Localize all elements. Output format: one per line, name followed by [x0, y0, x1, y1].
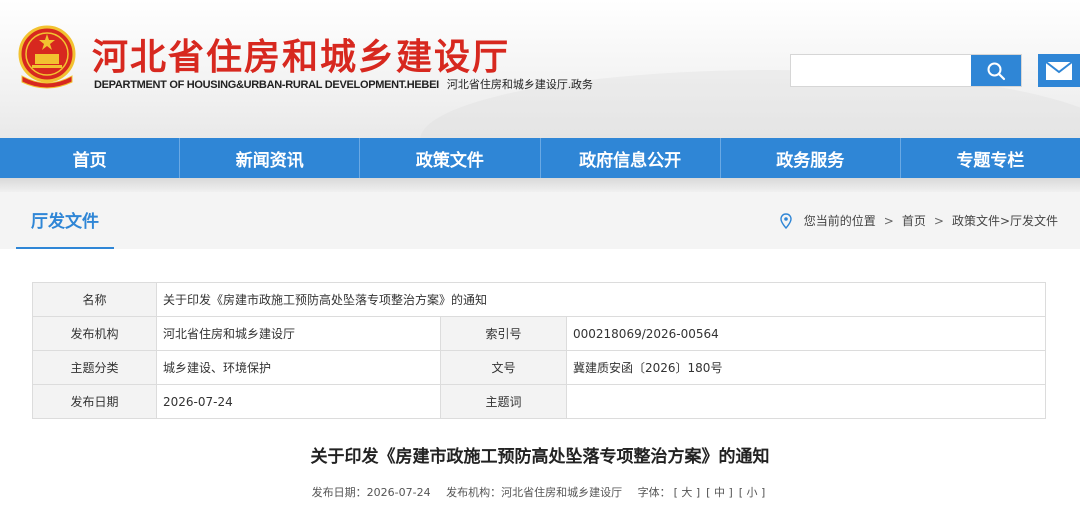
- nav-item-news[interactable]: 新闻资讯: [180, 138, 361, 178]
- info-label-publisher: 发布机构: [32, 316, 157, 351]
- site-title: 河北省住房和城乡建设厅: [92, 37, 511, 78]
- font-size-large-button[interactable]: [ 大 ]: [674, 486, 701, 499]
- search-icon: [987, 62, 1006, 80]
- search-box: [790, 54, 1022, 87]
- meta-font-size: 字体：[ 大 ] [ 中 ] [ 小 ]: [638, 486, 769, 499]
- nav-item-special-topics[interactable]: 专题专栏: [901, 138, 1080, 178]
- table-row: 名称 关于印发《房建市政施工预防高处坠落专项整治方案》的通知: [32, 282, 1046, 317]
- site-header: 河北省住房和城乡建设厅 DEPARTMENT OF HOUSING&URBAN-…: [0, 0, 1080, 138]
- font-size-medium-button[interactable]: [ 中 ]: [706, 486, 733, 499]
- info-label-keywords: 主题词: [440, 384, 567, 419]
- table-row: 发布日期 2026-07-24 主题词: [32, 384, 1046, 419]
- section-bar: 厅发文件 您当前的位置 > 首页 > 政策文件>厅发文件: [0, 192, 1080, 249]
- table-row: 发布机构 河北省住房和城乡建设厅 索引号 000218069/2026-0056…: [32, 316, 1046, 351]
- site-subtitle-english: DEPARTMENT OF HOUSING&URBAN-RURAL DEVELO…: [94, 79, 439, 91]
- section-title: 厅发文件: [16, 192, 114, 249]
- breadcrumb-separator: >: [883, 213, 894, 228]
- info-value-category: 城乡建设、环境保护: [156, 350, 441, 385]
- meta-date-value: 2026-07-24: [366, 486, 431, 499]
- info-label-category: 主题分类: [32, 350, 157, 385]
- nav-item-government-info[interactable]: 政府信息公开: [541, 138, 721, 178]
- nav-item-government-services[interactable]: 政务服务: [721, 138, 901, 178]
- info-value-index: 000218069/2026-00564: [566, 316, 1046, 351]
- info-label-index: 索引号: [440, 316, 567, 351]
- info-value-name: 关于印发《房建市政施工预防高处坠落专项整治方案》的通知: [156, 282, 1046, 317]
- nav-shadow-divider: [0, 178, 1080, 192]
- font-size-small-button[interactable]: [ 小 ]: [739, 486, 766, 499]
- info-value-keywords: [566, 384, 1046, 419]
- mail-icon: [1045, 60, 1073, 80]
- mail-button[interactable]: [1038, 54, 1080, 87]
- info-value-date: 2026-07-24: [156, 384, 441, 419]
- breadcrumb-prefix: 您当前的位置: [803, 214, 876, 228]
- search-input[interactable]: [791, 55, 971, 86]
- info-label-date: 发布日期: [32, 384, 157, 419]
- document-info-table: 名称 关于印发《房建市政施工预防高处坠落专项整治方案》的通知 发布机构 河北省住…: [32, 282, 1046, 419]
- breadcrumb-separator: >: [933, 213, 944, 228]
- breadcrumb: 您当前的位置 > 首页 > 政策文件>厅发文件: [780, 192, 1058, 249]
- table-row: 主题分类 城乡建设、环境保护 文号 冀建质安函〔2026〕180号: [32, 350, 1046, 385]
- nav-item-policy-documents[interactable]: 政策文件: [360, 138, 541, 178]
- meta-font-label: 字体：: [637, 486, 671, 499]
- meta-publisher-label: 发布机构：: [446, 486, 502, 499]
- article-meta: 发布日期：2026-07-24 发布机构：河北省住房和城乡建设厅 字体：[ 大 …: [0, 484, 1080, 500]
- info-label-name: 名称: [32, 282, 157, 317]
- info-value-docno: 冀建质安函〔2026〕180号: [566, 350, 1046, 385]
- meta-publisher: 发布机构：河北省住房和城乡建设厅: [446, 486, 622, 499]
- site-subtitle-chinese: 河北省住房和城乡建设厅.政务: [446, 79, 593, 91]
- location-pin-icon: [780, 212, 792, 229]
- nav-item-home[interactable]: 首页: [0, 138, 181, 178]
- meta-date: 发布日期：2026-07-24: [312, 486, 431, 499]
- meta-publisher-value: 河北省住房和城乡建设厅: [501, 486, 623, 499]
- meta-date-label: 发布日期：: [311, 486, 367, 499]
- article-title: 关于印发《房建市政施工预防高处坠落专项整治方案》的通知: [310, 447, 770, 467]
- site-subtitle: DEPARTMENT OF HOUSING&URBAN-RURAL DEVELO…: [94, 76, 593, 92]
- info-value-publisher: 河北省住房和城乡建设厅: [156, 316, 441, 351]
- search-button[interactable]: [971, 55, 1021, 86]
- info-label-docno: 文号: [440, 350, 567, 385]
- breadcrumb-home-link[interactable]: 首页: [902, 212, 926, 229]
- main-nav: 首页 新闻资讯 政策文件 政府信息公开 政务服务 专题专栏: [0, 138, 1080, 178]
- breadcrumb-path-link[interactable]: 政策文件>厅发文件: [952, 212, 1058, 229]
- national-emblem-icon: [18, 25, 76, 89]
